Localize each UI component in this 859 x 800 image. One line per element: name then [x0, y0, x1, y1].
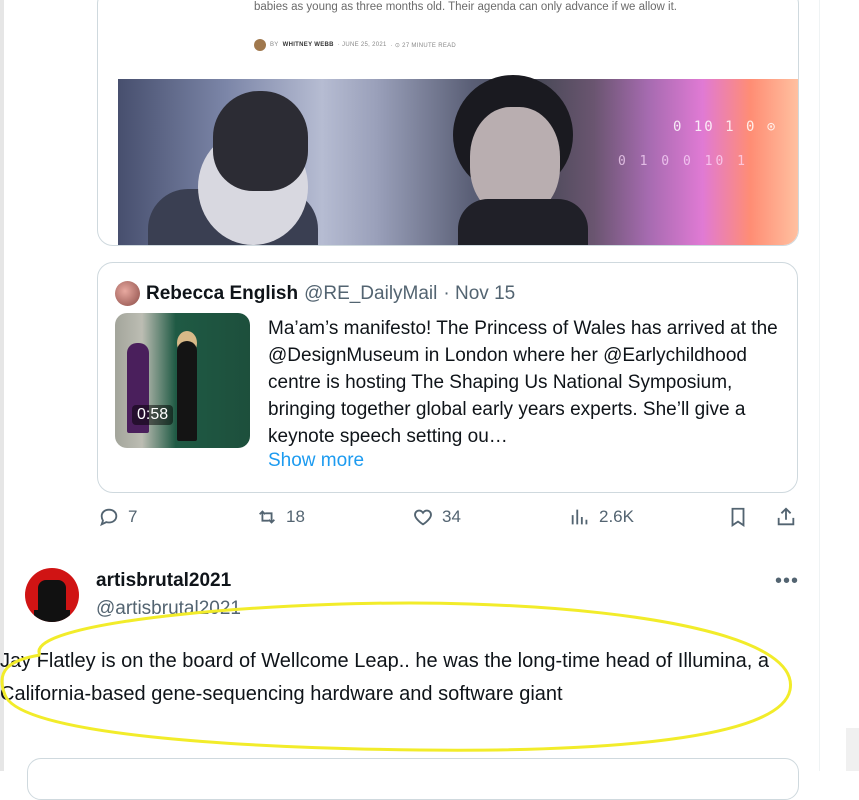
quoted-tweet-text: Ma’am’s manifesto! The Princess of Wales… — [268, 318, 778, 447]
reply-author-avatar[interactable] — [25, 568, 79, 622]
byline-prefix: BY — [270, 42, 279, 48]
repost-icon — [259, 510, 275, 524]
reply-button[interactable]: 7 — [98, 506, 137, 528]
quoted-author-handle[interactable]: @RE_DailyMail — [304, 283, 437, 305]
view-count: 2.6K — [599, 507, 634, 526]
binary-overlay: 0 10 1 0 ⊙ — [673, 119, 778, 135]
reply-author-handle[interactable]: @artisbrutal2021 — [96, 598, 241, 620]
thumbnail-figure-2 — [177, 341, 197, 441]
heart-icon — [414, 509, 432, 526]
quoted-tweet-date[interactable]: · Nov 15 — [443, 283, 515, 305]
repost-button[interactable]: 18 — [256, 506, 305, 528]
reply-icon — [100, 508, 118, 527]
scrollbar[interactable] — [846, 728, 859, 771]
bookmark-button[interactable] — [727, 506, 749, 528]
show-more-link[interactable]: Show more — [268, 450, 364, 472]
avatar-figure-base — [34, 610, 70, 622]
article-byline: BY WHITNEY WEBB · JUNE 25, 2021 · ⊙ 27 M… — [254, 39, 456, 51]
tweet-action-bar: 7 18 34 2.6K — [0, 506, 859, 540]
quoted-tweet-header: Rebecca English @RE_DailyMail · Nov 15 — [115, 281, 515, 306]
share-icon — [777, 507, 795, 526]
binary-overlay-2: 0 1 0 0 10 1 — [618, 154, 748, 169]
quoted-tweet[interactable]: Rebecca English @RE_DailyMail · Nov 15 0… — [97, 262, 798, 493]
quoted-author-name[interactable]: Rebecca English — [146, 283, 298, 305]
article-card[interactable]: babies as young as three months old. The… — [97, 0, 799, 246]
reply-count: 7 — [128, 507, 138, 526]
views-icon — [571, 509, 588, 525]
views-button[interactable]: 2.6K — [569, 506, 634, 528]
avatar-figure — [38, 580, 66, 614]
like-button[interactable]: 34 — [412, 506, 461, 528]
video-thumbnail[interactable]: 0:58 — [115, 313, 250, 448]
child-hair-shape — [213, 91, 308, 191]
column-divider — [819, 0, 820, 771]
more-options-button[interactable]: ••• — [775, 570, 799, 593]
article-excerpt: babies as young as three months old. The… — [254, 1, 677, 13]
reply-author-name[interactable]: artisbrutal2021 — [96, 570, 231, 592]
article-author: WHITNEY WEBB — [282, 42, 334, 48]
reply-text: Jay Flatley is on the board of Wellcome … — [0, 650, 769, 705]
author-avatar — [254, 39, 266, 51]
bookmark-icon — [731, 507, 745, 527]
woman-body-shape — [458, 199, 588, 245]
like-count: 34 — [442, 507, 461, 526]
article-readtime: · ⊙ 27 MINUTE READ — [390, 42, 457, 49]
repost-count: 18 — [286, 507, 305, 526]
quoted-author-avatar[interactable] — [115, 281, 140, 306]
next-card-edge — [27, 758, 799, 800]
video-duration: 0:58 — [132, 405, 174, 425]
article-date: · JUNE 25, 2021 — [337, 42, 387, 48]
share-button[interactable] — [775, 506, 797, 528]
article-hero-image: 0 10 1 0 ⊙ 0 1 0 0 10 1 — [118, 75, 798, 245]
